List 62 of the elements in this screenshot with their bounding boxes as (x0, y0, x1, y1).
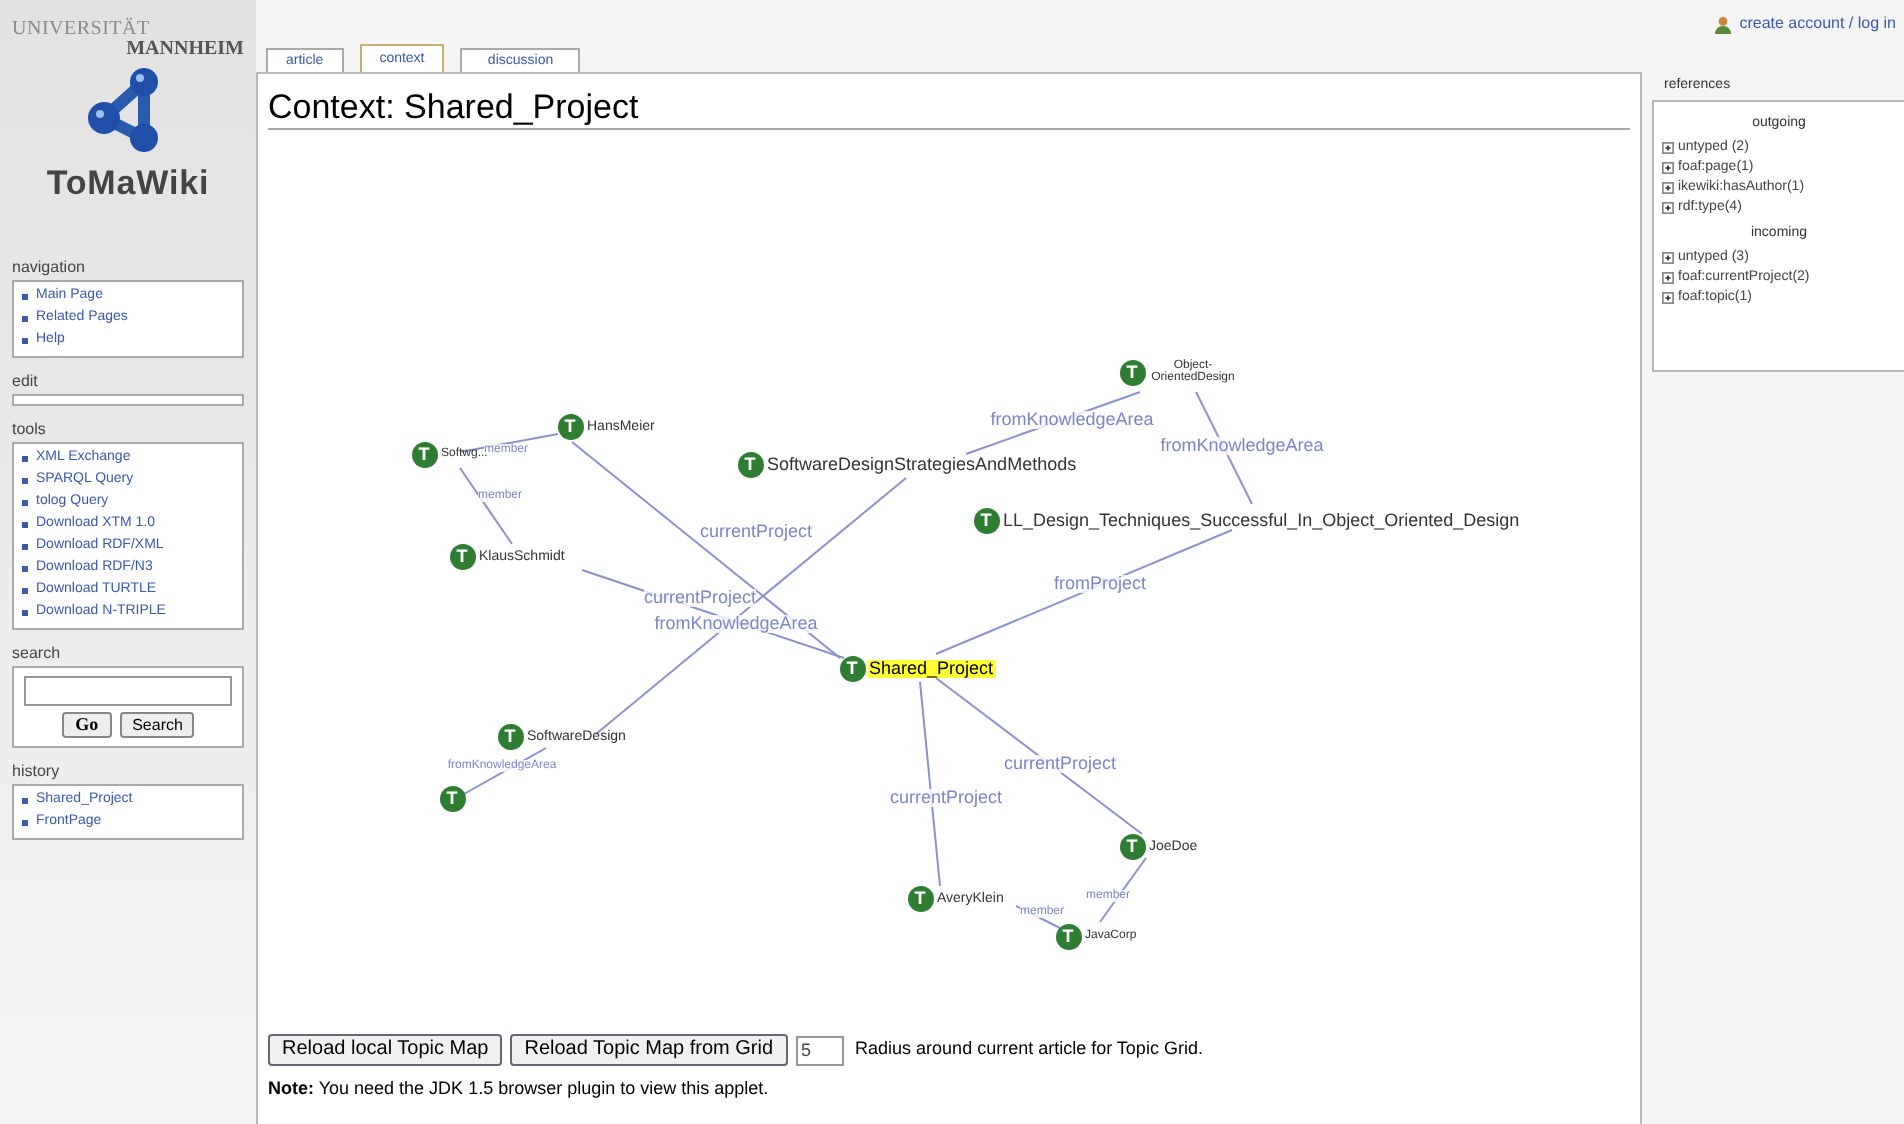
university-name: UNIVERSITÄT (12, 20, 152, 40)
topic-badge[interactable]: T (497, 723, 523, 749)
edge-label: fromKnowledgeArea (990, 411, 1154, 429)
account-link[interactable]: create account / log in (1713, 12, 1896, 36)
node-label: Shared_Project (867, 659, 996, 677)
edge-label: currentProject (643, 589, 757, 607)
bullet-icon (22, 294, 28, 300)
go-button[interactable]: Go (61, 712, 113, 738)
topic-badge[interactable]: T (839, 655, 865, 681)
bullet-icon (22, 456, 28, 462)
edge-label: fromProject (1054, 575, 1146, 593)
radius-field[interactable]: 5 (795, 1035, 844, 1065)
bullet-icon (22, 316, 28, 322)
bullet-icon (22, 566, 28, 572)
topic-badge[interactable]: T (907, 885, 933, 911)
bullet-icon (22, 338, 28, 344)
expand-icon[interactable] (1662, 202, 1674, 214)
bullet-icon (22, 820, 28, 826)
expand-icon[interactable] (1662, 252, 1674, 264)
bullet-icon (22, 500, 28, 506)
topic-badge[interactable]: T (737, 451, 763, 477)
bullet-icon (22, 522, 28, 528)
topic-badge[interactable]: T (973, 507, 999, 533)
note-text: Note: You need the JDK 1.5 browser plugin to view this applet. (266, 1076, 771, 1102)
expand-icon[interactable] (1662, 292, 1674, 304)
reload-button[interactable]: Reload Topic Map from Grid (510, 1034, 788, 1066)
page-title: Context: Shared_Project (268, 90, 639, 124)
expand-icon[interactable] (1662, 162, 1674, 174)
bullet-icon (22, 610, 28, 616)
edge-label: currentProject (699, 523, 813, 541)
bullet-icon (22, 478, 28, 484)
user-icon (1713, 15, 1732, 33)
node-label: LL_Design_Techniques_Successful_In_Object_Oriented_Design (1001, 511, 1522, 529)
portlet-title: navigation (12, 260, 87, 276)
expand-icon[interactable] (1662, 182, 1674, 194)
portlet-title: search (12, 646, 63, 662)
edge-label: currentProject (1003, 755, 1117, 773)
topic-badge[interactable]: T (411, 441, 437, 467)
university-city: MANNHEIM (126, 40, 244, 60)
search-button[interactable]: Search (120, 712, 195, 738)
bullet-icon (22, 588, 28, 594)
topic-badge[interactable]: T (1055, 923, 1081, 949)
expand-icon[interactable] (1662, 142, 1674, 154)
node-label: SoftwareDesignStrategiesAndMethods (765, 455, 1079, 473)
portlet-title: edit (12, 374, 40, 390)
reload-button[interactable]: Reload local Topic Map (268, 1034, 503, 1066)
topic-badge[interactable]: T (439, 785, 465, 811)
portlet-title: tools (12, 422, 48, 438)
topic-badge[interactable]: T (1119, 833, 1145, 859)
topic-badge[interactable]: T (1119, 359, 1145, 385)
edge-label: currentProject (889, 789, 1003, 807)
portlet-title: history (12, 764, 62, 780)
topic-badge[interactable]: T (557, 413, 583, 439)
topic-badge[interactable]: T (449, 543, 475, 569)
bullet-icon (22, 544, 28, 550)
wiki-logo-text: ToMaWiki (46, 166, 210, 200)
edge-label: fromKnowledgeArea (654, 615, 818, 633)
edge-label: fromKnowledgeArea (1160, 437, 1324, 455)
bullet-icon (22, 798, 28, 804)
radius-label: Radius around current article for Topic Grid. (855, 1036, 1203, 1063)
search-field[interactable] (24, 676, 232, 706)
expand-icon[interactable] (1662, 272, 1674, 284)
